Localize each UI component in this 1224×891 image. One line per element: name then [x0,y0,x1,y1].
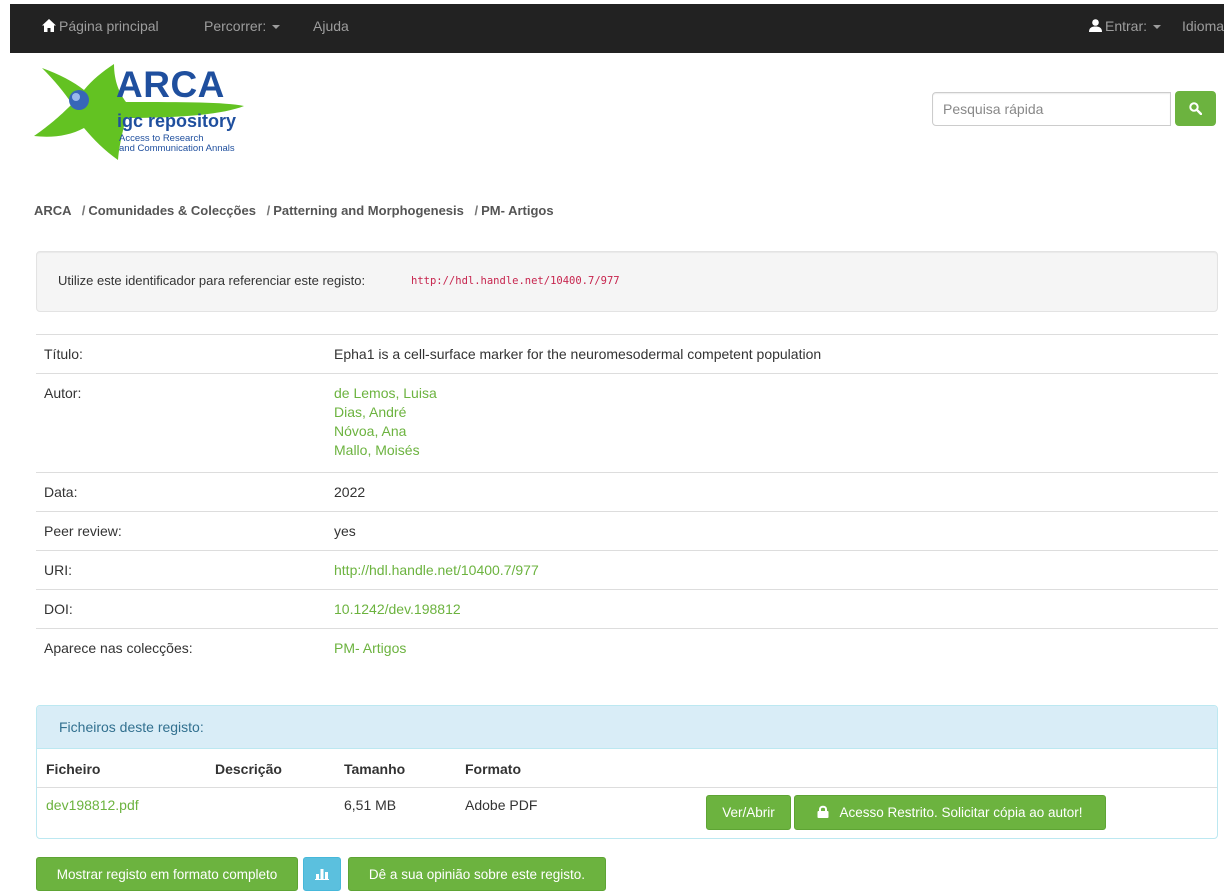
feedback-button[interactable]: Dê a sua opinião sobre este registo. [348,857,606,891]
top-navbar: Página principal Percorrer: Ajuda Entrar… [10,4,1224,53]
statistics-button[interactable] [303,857,341,891]
author-link[interactable]: Mallo, Moisés [334,441,1210,460]
nav-login-label: Entrar: [1105,18,1148,34]
request-copy-button[interactable]: Acesso Restrito. Solicitar cópia ao auto… [794,795,1106,830]
identifier-label: Utilize este identificador para referenc… [58,273,366,288]
metadata-label: URI: [36,550,326,590]
search-button[interactable] [1175,91,1216,126]
quick-search-input[interactable] [932,92,1171,126]
nav-help-label: Ajuda [313,18,349,34]
caret-down-icon [1153,25,1162,30]
files-panel-heading: Ficheiros deste registo: [37,706,1217,749]
bar-chart-icon [315,869,329,880]
author-link[interactable]: Dias, André [334,403,1210,422]
nav-language-label: Idioma [1182,18,1224,34]
user-icon [1089,19,1102,32]
breadcrumb: ARCA / Comunidades & Colecções / Patternin… [34,203,554,218]
file-format: Adobe PDF [465,797,538,813]
logo-title: ARCA [116,64,225,105]
column-header-format: Formato [465,761,521,777]
author-list: de Lemos, Luisa Dias, André Nóvoa, Ana M… [326,373,1218,473]
uri-link[interactable]: http://hdl.handle.net/10400.7/977 [334,561,1210,580]
metadata-label: DOI: [36,589,326,629]
lock-icon [817,805,829,818]
metadata-row-authors: Autor: de Lemos, Luisa Dias, André Nóvoa… [36,373,1218,473]
breadcrumb-item-communities[interactable]: Comunidades & Colecções [88,203,256,218]
author-link[interactable]: de Lemos, Luisa [334,384,1210,403]
column-header-description: Descrição [215,761,282,777]
item-peer-review: yes [326,511,1218,551]
file-size: 6,51 MB [344,797,397,813]
search-icon [1189,102,1202,115]
breadcrumb-item-collection[interactable]: PM- Artigos [481,203,553,218]
site-logo[interactable]: ARCA igc repository Access to Research a… [34,62,254,162]
item-doi: 10.1242/dev.198812 [326,589,1218,629]
metadata-row-date: Data: 2022 [36,472,1218,512]
logo-tagline: Access to Research and Communication Ann… [119,134,235,154]
item-title: Epha1 is a cell-surface marker for the n… [326,334,1218,374]
metadata-label: Autor: [36,373,326,473]
item-metadata-table: Título: Epha1 is a cell-surface marker f… [36,334,1218,667]
files-panel: Ficheiros deste registo: Ficheiro Descri… [36,705,1218,839]
breadcrumb-item-home[interactable]: ARCA [34,203,71,218]
item-collections: PM- Artigos [326,628,1218,667]
identifier-box: Utilize este identificador para referenc… [36,251,1218,312]
table-divider [37,787,1217,788]
open-file-label: Ver/Abrir [722,805,775,820]
request-copy-label: Acesso Restrito. Solicitar cópia ao auto… [839,805,1083,820]
nav-help-link[interactable]: Ajuda [313,4,349,53]
author-link[interactable]: Nóvoa, Ana [334,422,1210,441]
metadata-row-uri: URI: http://hdl.handle.net/10400.7/977 [36,550,1218,590]
nav-login-dropdown[interactable]: Entrar: [1089,4,1162,53]
metadata-row-title: Título: Epha1 is a cell-surface marker f… [36,334,1218,374]
identifier-value: http://hdl.handle.net/10400.7/977 [411,275,620,287]
open-file-button[interactable]: Ver/Abrir [706,795,791,830]
caret-down-icon [272,25,281,30]
breadcrumb-separator: / [474,203,479,218]
column-header-size: Tamanho [344,761,406,777]
metadata-row-peer-review: Peer review: yes [36,511,1218,551]
logo-subtitle: igc repository [117,111,237,131]
nav-browse-label: Percorrer: [204,18,267,34]
nav-home-label: Página principal [59,18,159,34]
metadata-row-collections: Aparece nas colecções: PM- Artigos [36,628,1218,667]
breadcrumb-item-community[interactable]: Patterning and Morphogenesis [273,203,464,218]
metadata-label: Peer review: [36,511,326,551]
show-full-record-button[interactable]: Mostrar registo em formato completo [36,857,298,891]
breadcrumb-separator: / [81,203,86,218]
breadcrumb-separator: / [266,203,271,218]
column-header-file: Ficheiro [46,761,101,777]
show-full-record-label: Mostrar registo em formato completo [56,867,278,882]
collection-link[interactable]: PM- Artigos [334,639,1210,658]
item-uri: http://hdl.handle.net/10400.7/977 [326,550,1218,590]
file-name-link[interactable]: dev198812.pdf [46,797,139,813]
logo-tagline-line-2: and Communication Annals [119,143,235,154]
metadata-label: Aparece nas colecções: [36,628,326,667]
metadata-label: Data: [36,472,326,512]
nav-browse-dropdown[interactable]: Percorrer: [204,4,281,53]
doi-link[interactable]: 10.1242/dev.198812 [334,600,1210,619]
item-date: 2022 [326,472,1218,512]
nav-home-link[interactable]: Página principal [42,4,159,53]
metadata-row-doi: DOI: 10.1242/dev.198812 [36,589,1218,629]
feedback-label: Dê a sua opinião sobre este registo. [368,867,586,882]
home-icon [42,19,56,32]
metadata-label: Título: [36,334,326,374]
nav-language-dropdown[interactable]: Idioma [1182,4,1224,53]
